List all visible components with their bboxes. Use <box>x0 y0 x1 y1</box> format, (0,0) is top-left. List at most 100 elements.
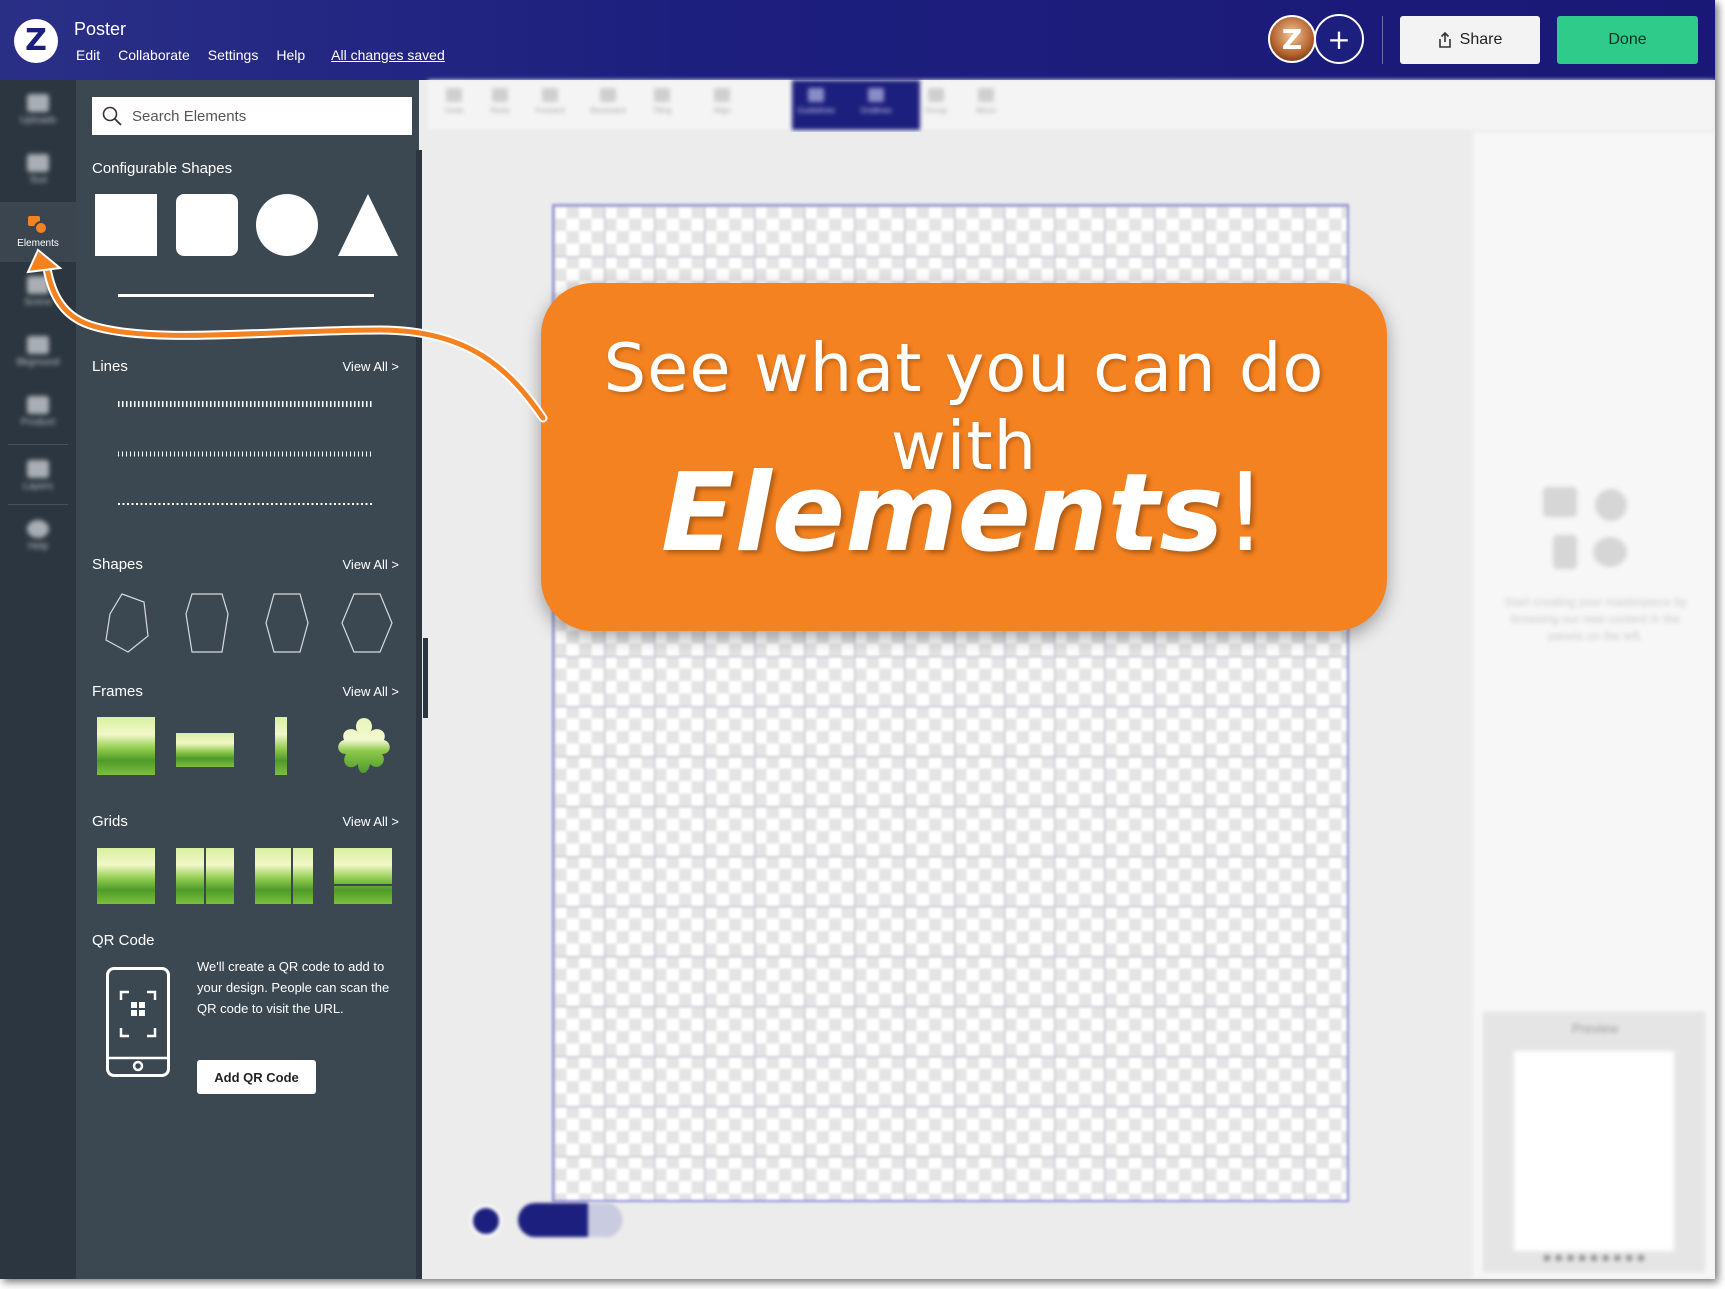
frame-square[interactable] <box>97 717 155 775</box>
save-status-link[interactable]: All changes saved <box>331 47 445 63</box>
frame-strip[interactable] <box>275 717 287 775</box>
add-collaborator-button[interactable]: + <box>1314 14 1364 64</box>
frame-landscape[interactable] <box>176 733 234 767</box>
tool-rail: Uploads Text Elements Scene Bkground Pro… <box>0 80 76 1279</box>
hexagon-wide-shape[interactable] <box>340 592 394 654</box>
panel-scrollbar[interactable] <box>416 150 422 1279</box>
square-shape[interactable] <box>95 194 157 256</box>
menu-bar: Edit Collaborate Settings Help All chang… <box>76 47 463 63</box>
logo-letter: Z <box>25 23 47 58</box>
rail-product[interactable]: Product <box>0 382 76 442</box>
redo-button[interactable]: Redo <box>482 88 518 126</box>
menu-help[interactable]: Help <box>276 47 305 63</box>
shapes-icon <box>1593 537 1627 567</box>
done-label: Done <box>1608 31 1647 48</box>
scene-icon <box>27 276 49 294</box>
rail-background[interactable]: Bkground <box>0 322 76 382</box>
line-sample-chevrons[interactable] <box>116 450 376 458</box>
frames-view-all[interactable]: View All > <box>343 684 400 699</box>
backward-button[interactable]: Backward <box>590 88 626 126</box>
undo-button[interactable]: Undo <box>436 88 472 126</box>
rail-label: Elements <box>17 238 59 249</box>
rounded-square-shape[interactable] <box>176 194 238 256</box>
align-icon <box>714 88 730 102</box>
circle-shape[interactable] <box>256 194 318 256</box>
pentagon-shape[interactable] <box>104 592 150 654</box>
line-shape[interactable] <box>118 294 374 297</box>
gridlines-icon <box>868 88 884 102</box>
menu-collaborate[interactable]: Collaborate <box>118 47 190 63</box>
editor-toolbar: Undo Redo Forward Backward Tiling Align … <box>428 80 1715 132</box>
preview-pager[interactable] <box>1544 1255 1644 1263</box>
top-bar: Z Poster Edit Collaborate Settings Help … <box>0 0 1715 80</box>
menu-settings[interactable]: Settings <box>208 47 259 63</box>
shapes-view-all[interactable]: View All > <box>343 557 400 572</box>
view-toggle-group: Guidelines Gridlines <box>792 80 920 130</box>
grid-two-column-alt[interactable] <box>255 848 313 904</box>
image-icon <box>1543 487 1577 517</box>
forward-button[interactable]: Forward <box>532 88 568 126</box>
rail-uploads[interactable]: Uploads <box>0 80 76 140</box>
move-button[interactable]: Move <box>968 88 1004 126</box>
elements-icon <box>28 216 48 235</box>
add-qr-code-button[interactable]: Add QR Code <box>197 1060 316 1094</box>
zoom-control[interactable] <box>518 1203 622 1237</box>
guidelines-icon <box>808 88 824 102</box>
grids-view-all[interactable]: View All > <box>343 814 400 829</box>
rail-label: Scene <box>23 297 53 308</box>
layers-icon <box>27 460 49 478</box>
empty-state-text: Start creating your masterpiece by brows… <box>1504 595 1687 643</box>
app-window: Z Poster Edit Collaborate Settings Help … <box>0 0 1715 1279</box>
triangle-shape[interactable] <box>336 192 400 258</box>
lines-view-all[interactable]: View All > <box>343 359 400 374</box>
sticker-icon <box>1595 489 1627 521</box>
hexagon-shape[interactable] <box>264 592 310 654</box>
zazzle-logo[interactable]: Z <box>14 19 58 63</box>
elements-panel: Search Elements Configurable Shapes Line… <box>76 80 419 1279</box>
hexagon-tall-shape[interactable] <box>184 592 230 654</box>
share-label: Share <box>1459 31 1503 48</box>
grid-two-column[interactable] <box>176 848 234 904</box>
grids-title: Grids <box>92 813 128 830</box>
text-icon <box>1553 535 1577 569</box>
grid-single[interactable] <box>97 848 155 904</box>
guidelines-toggle[interactable]: Guidelines <box>797 88 835 126</box>
done-button[interactable]: Done <box>1557 16 1698 64</box>
share-button[interactable]: Share <box>1400 16 1540 64</box>
toolbar-label: Tiling <box>652 106 672 115</box>
search-icon <box>102 106 122 126</box>
toolbar-label: Align <box>713 106 731 115</box>
group-button[interactable]: Group <box>918 88 954 126</box>
toolbar-label: Gridlines <box>860 106 892 115</box>
preview-panel: Preview <box>1483 1012 1705 1272</box>
callout-line2: Elements! <box>541 451 1387 576</box>
qr-description: We'll create a QR code to add to your de… <box>197 959 390 1016</box>
search-input[interactable]: Search Elements <box>92 97 412 135</box>
grid-two-row[interactable] <box>334 848 392 904</box>
toolbar-label: Guidelines <box>797 106 835 115</box>
rail-elements[interactable]: Elements <box>0 202 76 262</box>
rail-text[interactable]: Text <box>0 140 76 200</box>
rail-scene[interactable]: Scene <box>0 262 76 322</box>
tiling-button[interactable]: Tiling <box>644 88 680 126</box>
frame-flower[interactable] <box>332 714 396 778</box>
header-divider <box>1382 16 1383 64</box>
text-icon <box>27 154 49 172</box>
line-sample-dots[interactable] <box>116 500 376 508</box>
user-avatar[interactable]: Z <box>1268 15 1316 63</box>
gridlines-toggle[interactable]: Gridlines <box>858 88 894 126</box>
empty-state-icons <box>1543 487 1643 577</box>
menu-edit[interactable]: Edit <box>76 47 100 63</box>
toolbar-label: Backward <box>590 106 626 115</box>
rail-help[interactable]: Help <box>0 506 76 566</box>
rail-divider <box>8 444 68 445</box>
rail-label: Help <box>27 541 49 552</box>
preview-thumbnail[interactable] <box>1514 1051 1674 1251</box>
line-sample-slashes[interactable] <box>116 400 376 408</box>
preview-title: Preview <box>1571 1021 1619 1036</box>
rail-layers[interactable]: Layers <box>0 446 76 506</box>
align-button[interactable]: Align <box>704 88 740 126</box>
document-title: Poster <box>74 19 127 39</box>
help-icon[interactable] <box>470 1205 502 1237</box>
backward-icon <box>600 88 616 102</box>
